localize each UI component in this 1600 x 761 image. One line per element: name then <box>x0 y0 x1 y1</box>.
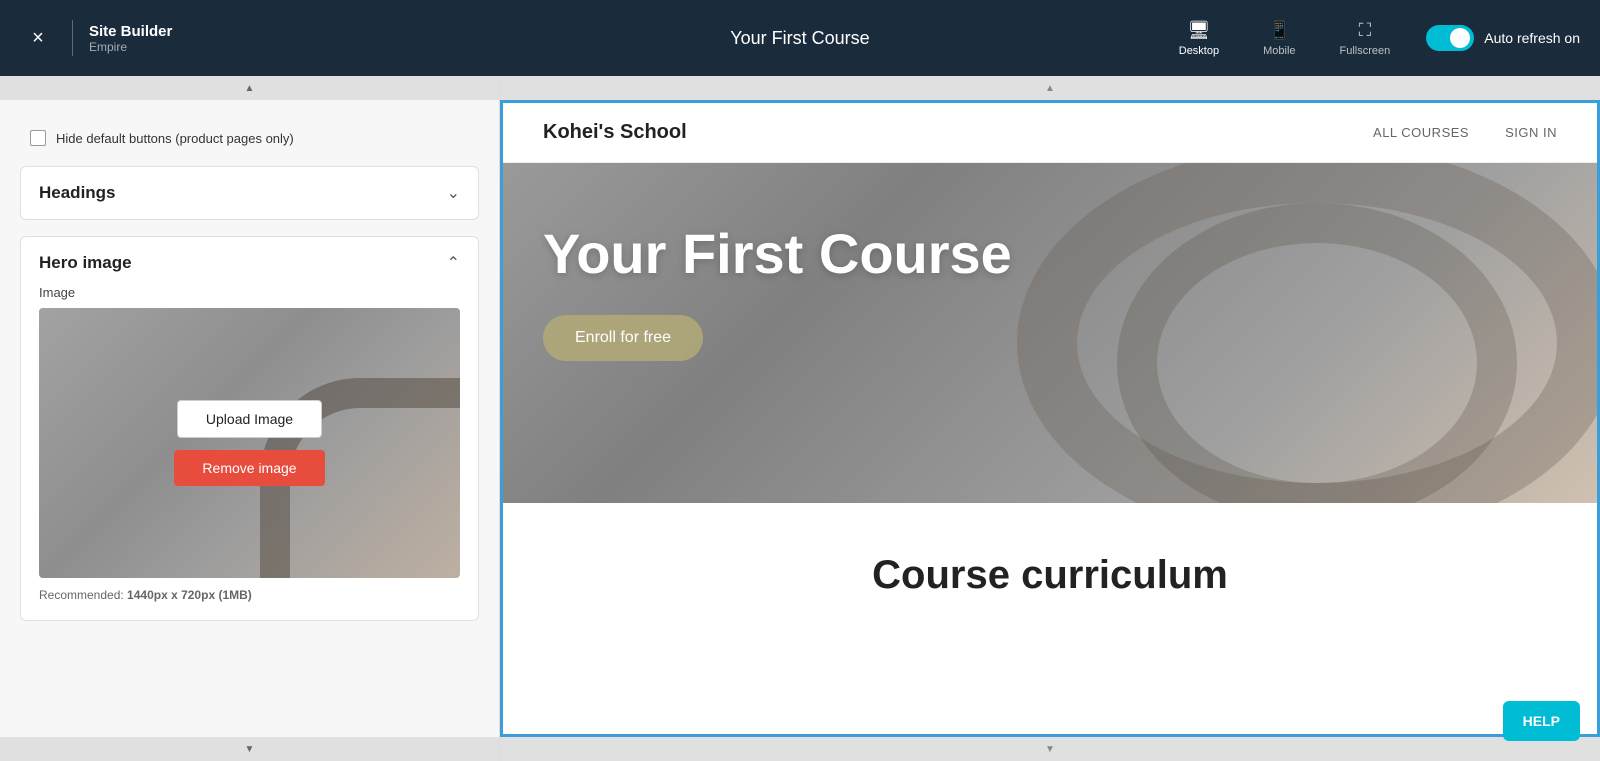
checkbox-label: Hide default buttons (product pages only… <box>56 131 294 146</box>
close-button[interactable]: × <box>20 20 56 56</box>
preview-frame: Kohei's School ALL COURSES SIGN IN Your … <box>500 100 1600 737</box>
fullscreen-icon: ⛶ <box>1359 20 1372 41</box>
course-curriculum-title: Course curriculum <box>543 553 1557 598</box>
app-subtitle: Empire <box>89 40 172 54</box>
nav-sign-in[interactable]: SIGN IN <box>1505 125 1557 140</box>
headings-section-header[interactable]: Headings ⌄ <box>21 167 478 219</box>
image-preview: Upload Image Remove image <box>39 308 460 578</box>
hero-image-header[interactable]: Hero image ⌃ <box>21 237 478 285</box>
toggle-switch[interactable] <box>1426 25 1474 51</box>
recommended-label: Recommended: <box>39 588 127 602</box>
remove-image-button[interactable]: Remove image <box>174 450 324 486</box>
app-info: Site Builder Empire <box>89 23 172 54</box>
fullscreen-label: Fullscreen <box>1340 45 1391 57</box>
topbar: × Site Builder Empire Your First Course … <box>0 0 1600 76</box>
recommended-size: 1440px x 720px (1MB) <box>127 588 252 602</box>
hero-course-title: Your First Course <box>543 223 1012 285</box>
main-content: ▲ Hide default buttons (product pages on… <box>0 76 1600 761</box>
topbar-left: × Site Builder Empire <box>20 20 220 56</box>
site-header: Kohei's School ALL COURSES SIGN IN <box>503 103 1597 163</box>
headings-section: Headings ⌄ <box>20 166 479 220</box>
site-logo: Kohei's School <box>543 121 687 144</box>
topbar-right: 🖥 Desktop 📱 Mobile ⛶ Fullscreen Auto ref… <box>1171 16 1580 61</box>
hide-buttons-checkbox[interactable] <box>30 130 46 146</box>
view-mobile-button[interactable]: 📱 Mobile <box>1255 16 1303 61</box>
auto-refresh-toggle: Auto refresh on <box>1426 25 1580 51</box>
hero-text-block: Your First Course Enroll for free <box>543 223 1012 361</box>
checkbox-row: Hide default buttons (product pages only… <box>30 120 479 166</box>
hero-area: Your First Course Enroll for free <box>503 163 1597 503</box>
help-button[interactable]: HELP <box>1503 701 1580 741</box>
nav-all-courses[interactable]: ALL COURSES <box>1373 125 1469 140</box>
scroll-up-arrow[interactable]: ▲ <box>0 76 499 100</box>
toggle-knob <box>1450 28 1470 48</box>
preview-scroll-top[interactable]: ▲ <box>500 76 1600 100</box>
left-panel: ▲ Hide default buttons (product pages on… <box>0 76 500 761</box>
hero-chevron-icon: ⌃ <box>447 253 460 273</box>
auto-refresh-label: Auto refresh on <box>1484 30 1580 46</box>
desktop-label: Desktop <box>1179 45 1219 57</box>
page-title: Your First Course <box>730 28 869 49</box>
recommended-text: Recommended: 1440px x 720px (1MB) <box>39 588 460 602</box>
hero-image-body: Image Upload Image Remove image Recommen… <box>21 285 478 620</box>
desktop-icon: 🖥 <box>1188 20 1211 41</box>
app-title: Site Builder <box>89 23 172 40</box>
mobile-icon: 📱 <box>1268 20 1290 41</box>
close-icon: × <box>32 27 44 50</box>
upload-image-button[interactable]: Upload Image <box>177 400 322 438</box>
hero-image-section: Hero image ⌃ Image Upload Image Remove i… <box>20 236 479 621</box>
preview-panel: ▲ Kohei's School ALL COURSES SIGN IN <box>500 76 1600 761</box>
view-desktop-button[interactable]: 🖥 Desktop <box>1171 16 1227 61</box>
view-fullscreen-button[interactable]: ⛶ Fullscreen <box>1332 16 1399 61</box>
hero-image-title: Hero image <box>39 253 132 273</box>
image-label: Image <box>39 285 460 300</box>
enroll-button[interactable]: Enroll for free <box>543 315 703 361</box>
mobile-label: Mobile <box>1263 45 1295 57</box>
topbar-divider <box>72 20 73 56</box>
course-curriculum-section: Course curriculum <box>503 503 1597 648</box>
preview-inner: Kohei's School ALL COURSES SIGN IN Your … <box>503 103 1597 734</box>
left-panel-inner: Hide default buttons (product pages only… <box>0 100 499 737</box>
hero-arch-detail2 <box>1117 203 1517 503</box>
headings-title: Headings <box>39 183 116 203</box>
headings-chevron-icon: ⌄ <box>447 183 460 203</box>
scroll-down-arrow[interactable]: ▼ <box>0 737 499 761</box>
site-nav: ALL COURSES SIGN IN <box>1373 125 1557 140</box>
preview-scroll-bottom[interactable]: ▼ <box>500 737 1600 761</box>
